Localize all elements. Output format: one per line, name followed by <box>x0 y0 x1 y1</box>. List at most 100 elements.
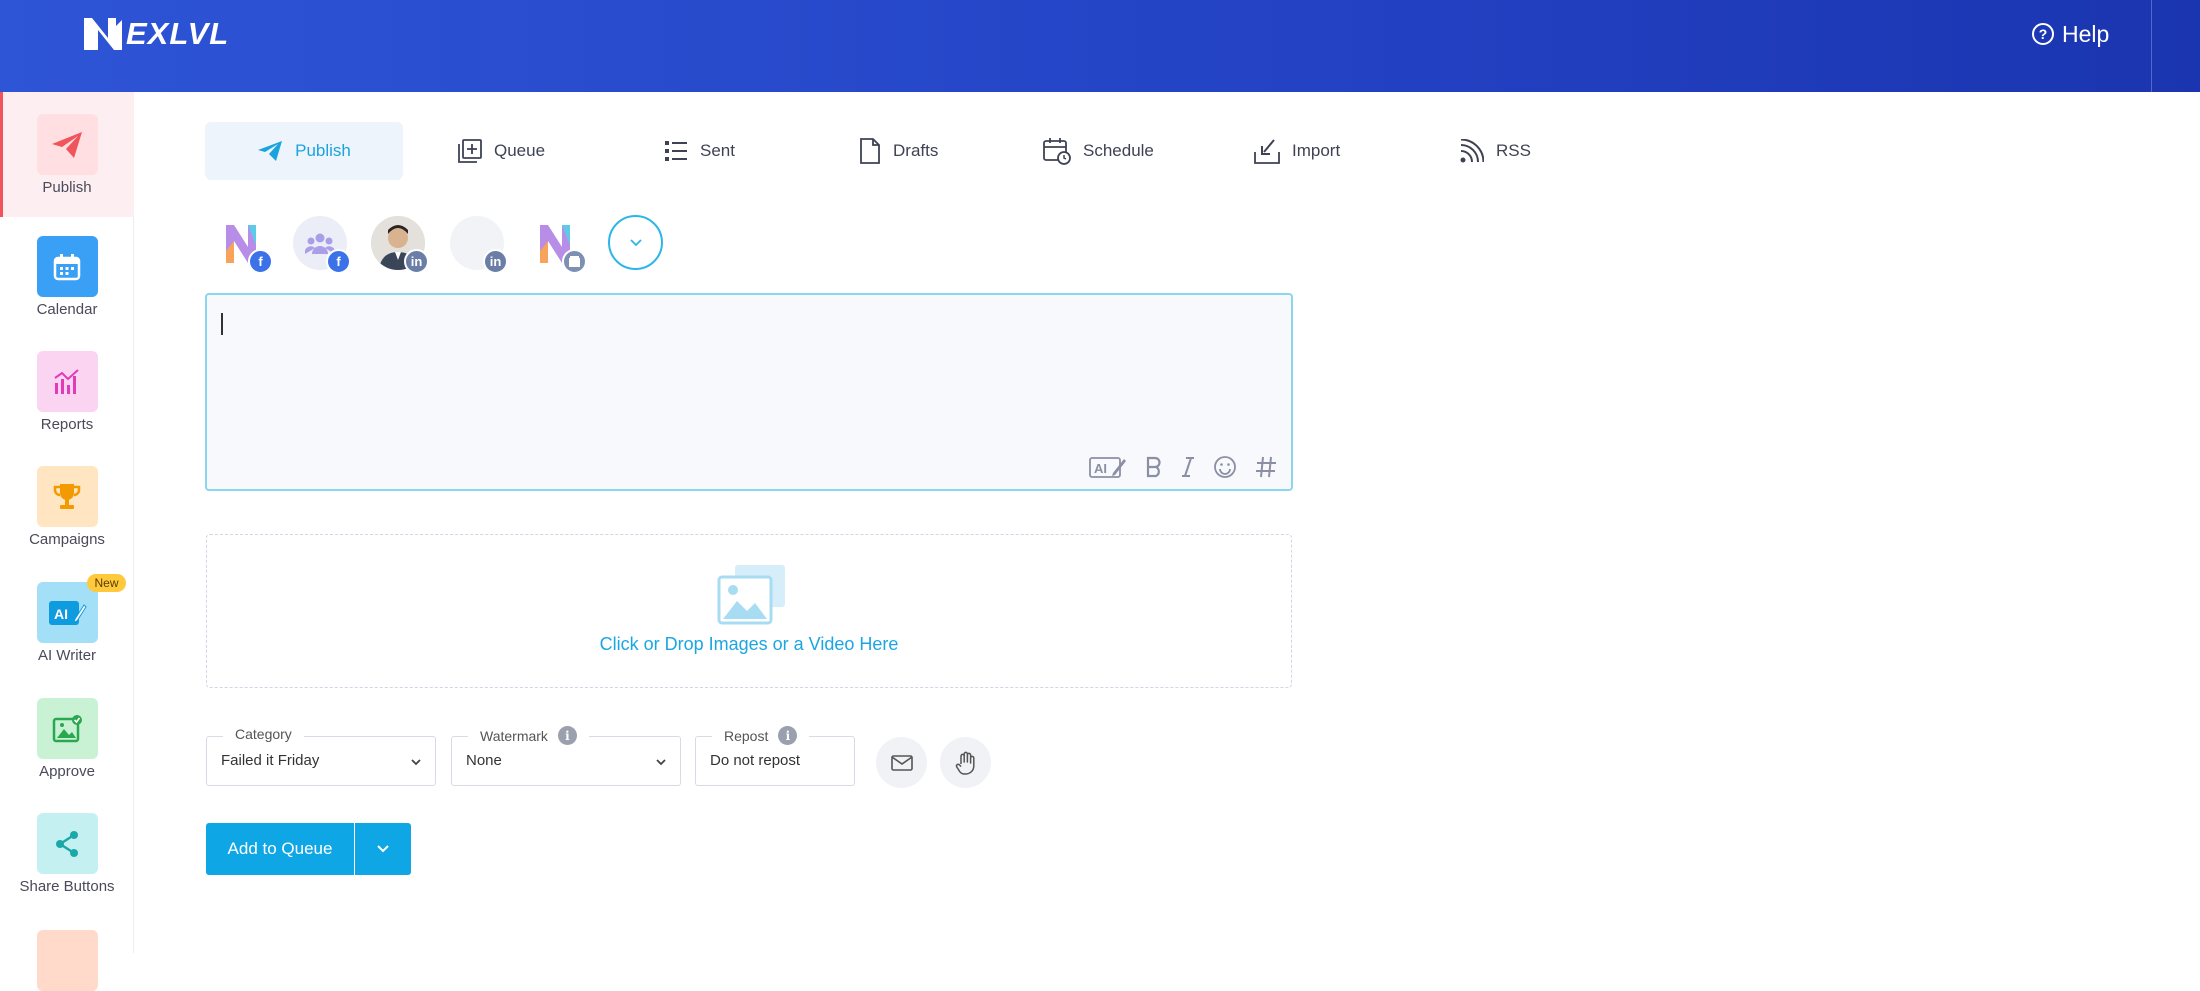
category-value: Failed it Friday <box>221 752 320 769</box>
ai-write-icon[interactable]: AI <box>1089 455 1127 479</box>
category-select[interactable]: Category Failed it Friday <box>206 726 436 786</box>
sidebar-item-label: Calendar <box>36 301 98 318</box>
email-button[interactable] <box>876 737 927 788</box>
watermark-value: None <box>466 752 502 769</box>
bold-icon[interactable] <box>1145 456 1163 478</box>
account-avatar[interactable]: f <box>215 216 273 274</box>
chevron-down-icon <box>656 759 666 766</box>
linkedin-badge-icon: in <box>404 249 429 274</box>
sidebar-item-label: Reports <box>40 416 94 433</box>
sidebar-item-campaigns[interactable]: Campaigns <box>0 466 134 548</box>
bar-chart-icon <box>54 368 79 394</box>
sidebar-item-share-buttons[interactable]: Share Buttons <box>0 813 134 895</box>
sidebar-item-label: Approve <box>39 763 95 780</box>
images-icon <box>717 565 785 625</box>
sidebar-item-label: Share Buttons <box>19 878 115 895</box>
sidebar-tile <box>36 930 98 991</box>
new-badge: New <box>87 574 126 592</box>
repost-value: Do not repost <box>710 752 801 769</box>
info-icon[interactable]: i <box>557 726 577 745</box>
tab-label: Import <box>1292 141 1341 160</box>
tab-label: Sent <box>700 141 735 160</box>
logo-text: EXLVL <box>126 16 230 51</box>
paper-plane-icon <box>258 141 283 161</box>
account-avatar[interactable] <box>529 216 587 274</box>
envelope-icon <box>890 754 913 771</box>
italic-icon[interactable] <box>1181 456 1195 478</box>
tab-label: RSS <box>1496 141 1531 160</box>
sidebar-tile <box>36 698 98 759</box>
tab-queue[interactable]: Queue <box>458 122 545 180</box>
help-link[interactable]: ? Help <box>2032 18 2109 50</box>
facebook-badge-icon: f <box>248 249 273 274</box>
sidebar-tile <box>36 236 98 297</box>
accounts-expand-button[interactable] <box>608 215 663 270</box>
chevron-down-icon <box>629 238 642 246</box>
dropzone-text: Click or Drop Images or a Video Here <box>599 634 899 654</box>
info-icon[interactable]: i <box>778 726 798 745</box>
add-to-queue-options-button[interactable] <box>355 823 411 875</box>
tab-import[interactable]: Import <box>1254 122 1340 180</box>
approval-button[interactable] <box>940 737 991 788</box>
chevron-down-icon <box>411 759 421 766</box>
help-label: Help <box>2062 20 2110 47</box>
add-to-queue-button[interactable]: Add to Queue <box>206 823 354 875</box>
share-icon <box>56 830 78 857</box>
sidebar-item-approve[interactable]: Approve <box>0 698 134 780</box>
trophy-icon <box>53 483 81 509</box>
chevron-down-icon <box>377 845 389 853</box>
list-icon <box>665 141 687 161</box>
header-divider <box>2151 0 2152 92</box>
calendar-icon <box>53 253 81 280</box>
ai-writer-icon: AI <box>49 600 87 625</box>
file-icon <box>860 138 880 164</box>
facebook-badge-icon: f <box>326 249 351 274</box>
account-avatar[interactable]: in <box>450 216 508 274</box>
media-dropzone[interactable]: Click or Drop Images or a Video Here <box>206 534 1292 688</box>
repost-select[interactable]: Repost i Do not repost <box>695 726 855 786</box>
paper-plane-icon <box>52 131 82 158</box>
composer-toolbar: AI <box>1089 455 1277 479</box>
sidebar-tile <box>36 813 98 874</box>
sidebar-item-label: Publish <box>42 179 92 196</box>
tab-publish[interactable]: Publish <box>205 122 403 180</box>
emoji-icon[interactable] <box>1213 455 1237 479</box>
category-label: Category <box>223 726 304 742</box>
calendar-clock-icon <box>1043 138 1071 165</box>
account-avatar[interactable]: in <box>371 216 429 274</box>
tab-schedule[interactable]: Schedule <box>1043 122 1154 180</box>
watermark-label: Watermark i <box>468 726 589 745</box>
sidebar-item-reports[interactable]: Reports <box>0 351 134 433</box>
tab-label: Publish <box>295 141 351 160</box>
sidebar: Publish Calendar Reports Campaigns AI Ne… <box>0 92 134 991</box>
sidebar-item-ai-writer[interactable]: AI New AI Writer <box>0 574 134 664</box>
account-avatar[interactable]: f <box>293 216 351 274</box>
import-icon <box>1254 139 1280 164</box>
sidebar-item-label: Campaigns <box>29 531 105 548</box>
tab-drafts[interactable]: Drafts <box>859 122 938 180</box>
sidebar-item-publish[interactable]: Publish <box>0 92 134 217</box>
tab-label: Queue <box>494 141 546 160</box>
tab-sent[interactable]: Sent <box>664 122 735 180</box>
svg-text:AI: AI <box>1094 461 1107 476</box>
hand-icon <box>955 751 975 775</box>
logo[interactable]: EXLVL <box>82 12 229 56</box>
text-caret <box>221 313 223 335</box>
repost-label: Repost i <box>712 726 810 745</box>
queue-add-icon <box>458 139 482 163</box>
sidebar-tile <box>36 114 98 175</box>
tab-label: Drafts <box>893 141 939 160</box>
sidebar-tile <box>36 466 98 527</box>
top-header: EXLVL ? Help <box>0 0 2200 92</box>
post-composer[interactable]: AI <box>205 293 1293 491</box>
sidebar-tile: AI New <box>36 574 126 643</box>
logo-n-icon <box>84 18 122 50</box>
hashtag-icon[interactable] <box>1255 456 1277 478</box>
watermark-select[interactable]: Watermark i None <box>451 726 681 786</box>
sidebar-item-more[interactable] <box>0 930 134 991</box>
sidebar-tile <box>36 351 98 412</box>
question-circle-icon: ? <box>2032 23 2054 45</box>
tab-rss[interactable]: RSS <box>1460 122 1531 180</box>
sidebar-item-calendar[interactable]: Calendar <box>0 236 134 318</box>
rss-icon <box>1460 139 1484 163</box>
